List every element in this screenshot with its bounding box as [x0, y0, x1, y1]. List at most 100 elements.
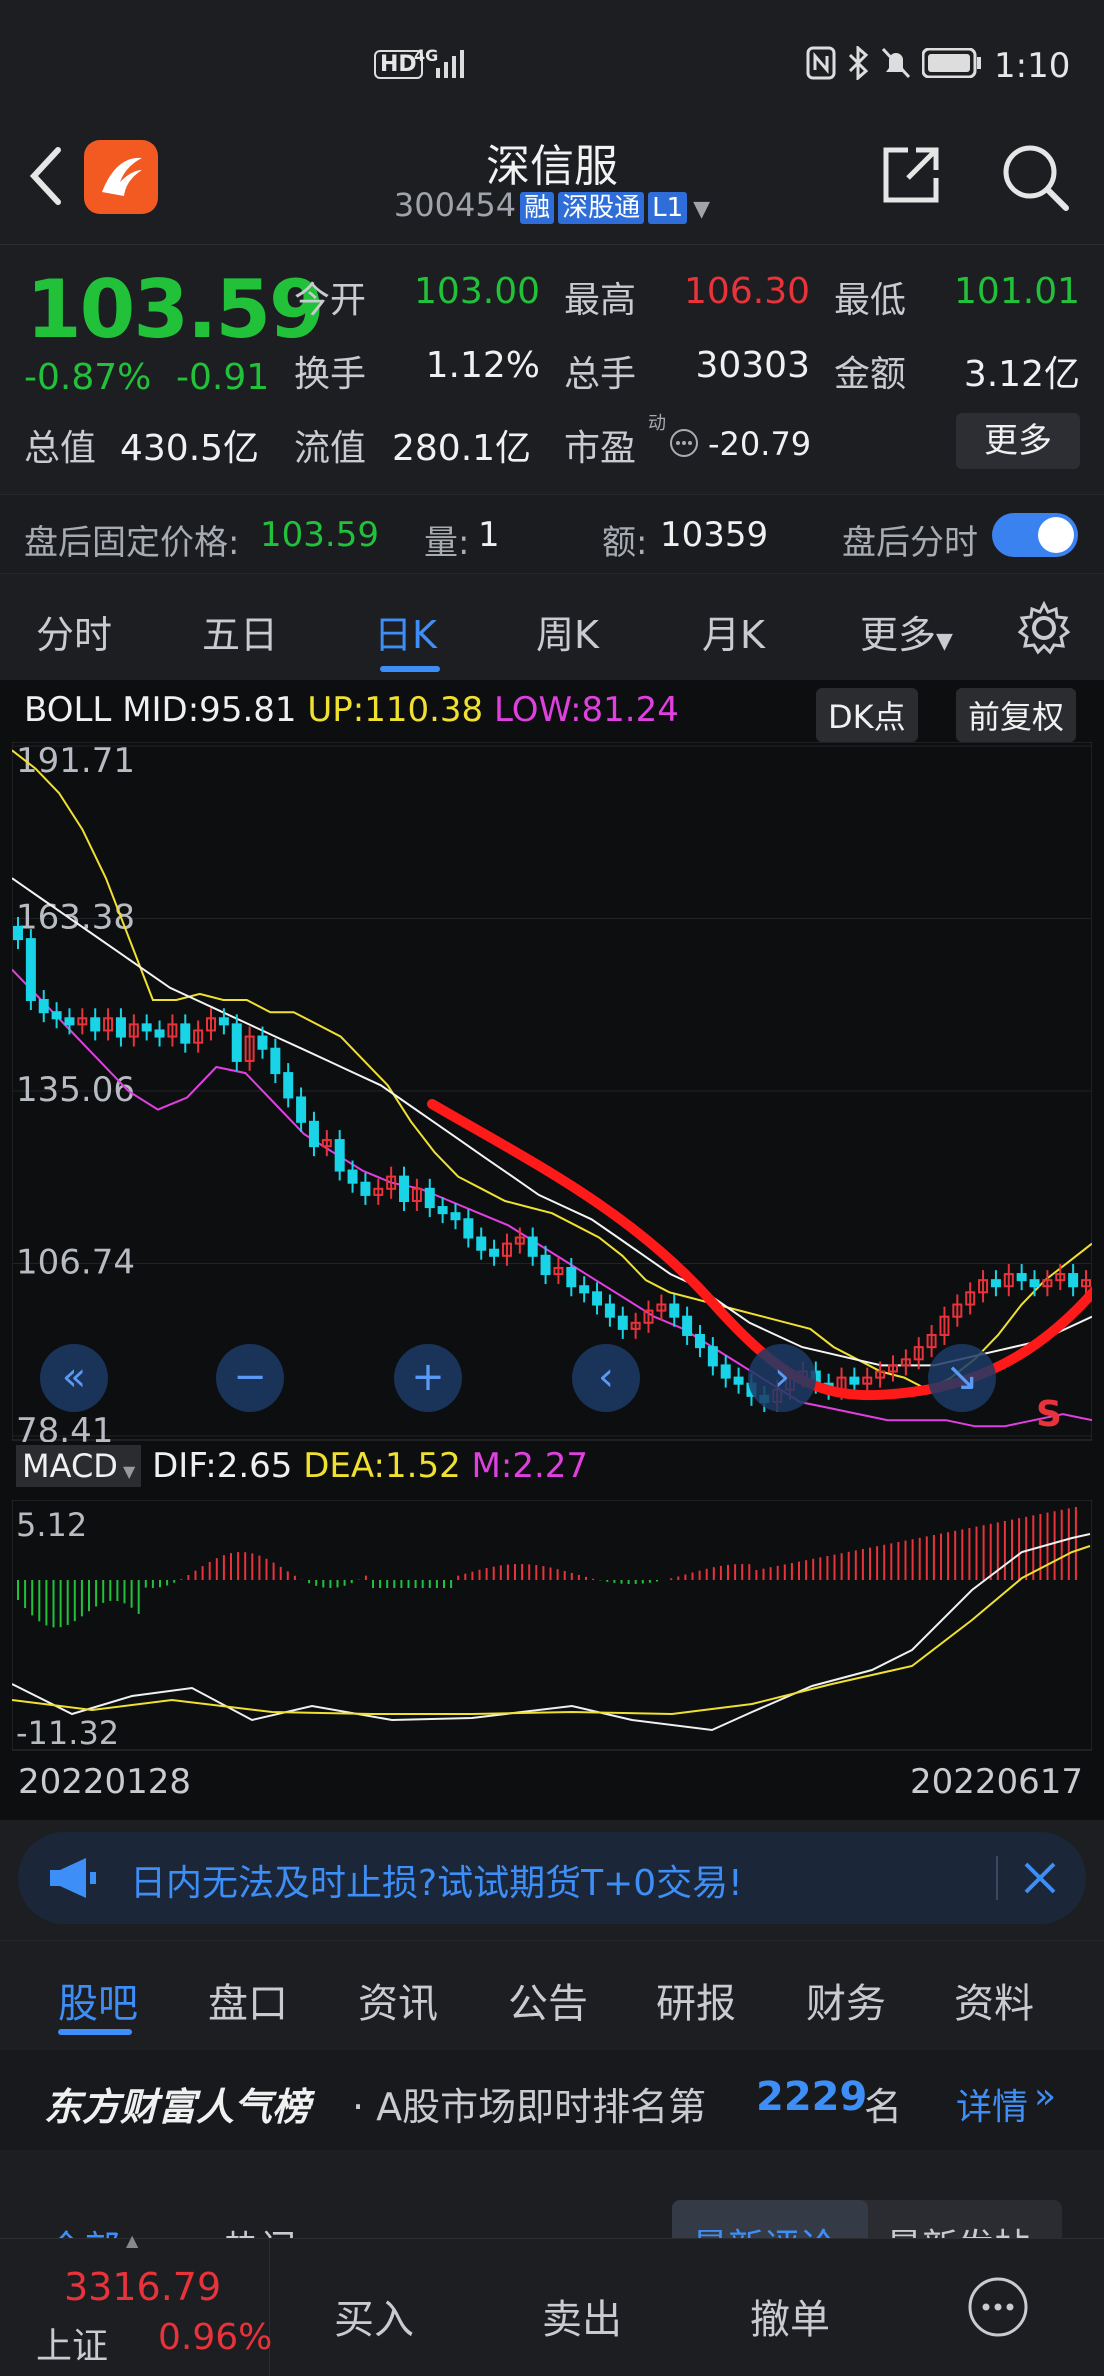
float-label: 流值: [294, 428, 367, 469]
filter-all[interactable]: 全部: [48, 2220, 120, 2240]
price-axis-label: 106.74: [16, 1242, 135, 1282]
candle-body: [1016, 1273, 1027, 1282]
candle-body: [592, 1291, 603, 1306]
candle-body: [437, 1206, 448, 1215]
active-tab-underline: [380, 666, 440, 672]
tab-monthly-k[interactable]: 月K: [702, 604, 765, 659]
boll-upper-line: [12, 749, 1092, 1391]
popularity-ranking[interactable]: 东方财富人气榜 · A股市场即时排名第 2229 名 详情 »: [0, 2050, 1104, 2150]
tab-finance[interactable]: 财务: [806, 1971, 886, 2029]
tab-five-day[interactable]: 五日: [202, 604, 278, 659]
after-hours-bar: 盘后固定价格: 103.59 量: 1 额: 10359 盘后分时: [0, 494, 1104, 574]
chevron-down-icon[interactable]: ▼: [693, 197, 710, 222]
candle-body: [51, 1011, 62, 1020]
candle-body: [1029, 1279, 1040, 1288]
candle-body: [13, 925, 23, 941]
candle-body: [347, 1169, 358, 1184]
candle-body: [1068, 1273, 1079, 1288]
candle-body: [308, 1120, 319, 1148]
macd-top-label: 5.12: [16, 1506, 87, 1544]
dk-point-button[interactable]: DK点: [816, 688, 918, 742]
boll-mid-line: [12, 877, 1092, 1367]
sort-latest-post[interactable]: 最新发帖: [886, 2218, 1030, 2240]
cancel-order-button[interactable]: 撤单: [750, 2287, 830, 2345]
after-hours-amt: 10359: [660, 515, 769, 555]
amount-label: 金额: [834, 354, 907, 395]
pe-label: 市盈: [564, 428, 637, 469]
info-dots-icon[interactable]: [668, 427, 700, 459]
close-icon[interactable]: [1018, 1856, 1062, 1900]
active-tab-underline: [58, 2029, 132, 2035]
candle-body: [849, 1376, 860, 1385]
more-button[interactable]: 更多: [956, 413, 1080, 469]
tag-level: L1: [648, 192, 688, 224]
tab-news[interactable]: 资讯: [358, 1971, 438, 2029]
candle-body: [540, 1254, 551, 1276]
boll-name: BOLL: [24, 690, 112, 730]
bluetooth-icon: [848, 46, 869, 80]
kline-chart[interactable]: 191.71 163.38 135.06 106.74 78.41 « − + ‹ › ↘ S: [12, 742, 1092, 1442]
tab-research[interactable]: 研报: [656, 1971, 736, 2029]
tab-forum[interactable]: 股吧: [58, 1971, 138, 2029]
candle-body: [707, 1346, 718, 1367]
tab-daily-k[interactable]: 日K: [374, 604, 437, 659]
tab-profile[interactable]: 资料: [954, 1971, 1034, 2029]
tag-connect: 深股通: [558, 192, 645, 224]
tab-more[interactable]: 更多▼: [860, 604, 953, 659]
network-type: 4G: [414, 46, 439, 65]
start-date: 20220128: [18, 1762, 192, 1802]
filter-hot[interactable]: 热门: [224, 2220, 296, 2240]
candle-body: [476, 1236, 487, 1251]
sort-toggle[interactable]: 最新评论 最新发帖: [672, 2200, 1062, 2240]
index-widget[interactable]: ▲ 3316.79 上证 0.96%: [0, 2231, 272, 2376]
volume-value: 30303: [695, 345, 810, 386]
candle-body: [180, 1023, 191, 1044]
macd-selector[interactable]: MACD ▼: [16, 1445, 142, 1487]
boll-up: UP:110.38: [307, 690, 484, 730]
candle-body: [424, 1187, 435, 1209]
mute-icon: [881, 47, 911, 79]
after-hours-toggle[interactable]: [992, 513, 1078, 557]
tab-intraday[interactable]: 分时: [36, 604, 112, 659]
after-hours-vol-label: 量:: [424, 523, 470, 563]
last-price: 103.59: [26, 263, 325, 356]
tab-orderbook[interactable]: 盘口: [208, 1971, 288, 2029]
price-axis-label: 191.71: [16, 742, 135, 781]
detail-link[interactable]: 详情: [956, 2078, 1028, 2130]
macd-name: MACD: [22, 1447, 118, 1485]
popularity-brand: 东方财富人气榜: [44, 2085, 311, 2129]
open-label: 今开: [294, 280, 367, 321]
settings-gear-icon[interactable]: [1016, 600, 1072, 656]
tab-weekly-k[interactable]: 周K: [536, 604, 599, 659]
buy-button[interactable]: 买入: [334, 2287, 414, 2345]
candle-body: [682, 1315, 693, 1336]
popularity-unit: 名: [864, 2085, 903, 2129]
forward-adjust-button[interactable]: 前复权: [956, 688, 1077, 742]
candle-body: [579, 1285, 590, 1294]
amount-value: 3.12亿: [963, 354, 1080, 395]
candle-body: [527, 1236, 538, 1257]
caret-up-icon: ▲: [126, 2231, 139, 2250]
change-abs: -0.91: [176, 357, 270, 398]
candle-body: [450, 1212, 461, 1221]
search-icon[interactable]: [1000, 142, 1070, 212]
popularity-text: · A股市场即时排名第: [352, 2085, 707, 2129]
price-axis-label: 78.41: [16, 1411, 113, 1442]
macd-dif: DIF:2.65: [152, 1446, 293, 1486]
candle-body: [38, 999, 49, 1014]
macd-chart[interactable]: 5.12 -11.32: [12, 1500, 1092, 1752]
macd-m: M:2.27: [471, 1446, 589, 1486]
futures-ad-banner[interactable]: 日内无法及时止损?试试期货T+0交易!: [18, 1832, 1086, 1924]
sort-latest-review[interactable]: 最新评论: [692, 2218, 836, 2240]
end-date: 20220617: [910, 1762, 1084, 1802]
sell-button[interactable]: 卖出: [542, 2287, 622, 2345]
more-menu-icon[interactable]: [966, 2275, 1030, 2339]
candle-body: [566, 1266, 577, 1288]
share-icon[interactable]: [880, 144, 942, 206]
tab-announcements[interactable]: 公告: [508, 1971, 588, 2029]
candle-body: [604, 1303, 615, 1318]
macd-indicator-line: MACD ▼ DIF:2.65 DEA:1.52 M:2.27: [16, 1445, 589, 1487]
candle-body: [669, 1303, 680, 1318]
candle-body: [154, 1029, 165, 1038]
double-chevron-left-icon-glyph: «: [62, 1354, 86, 1400]
